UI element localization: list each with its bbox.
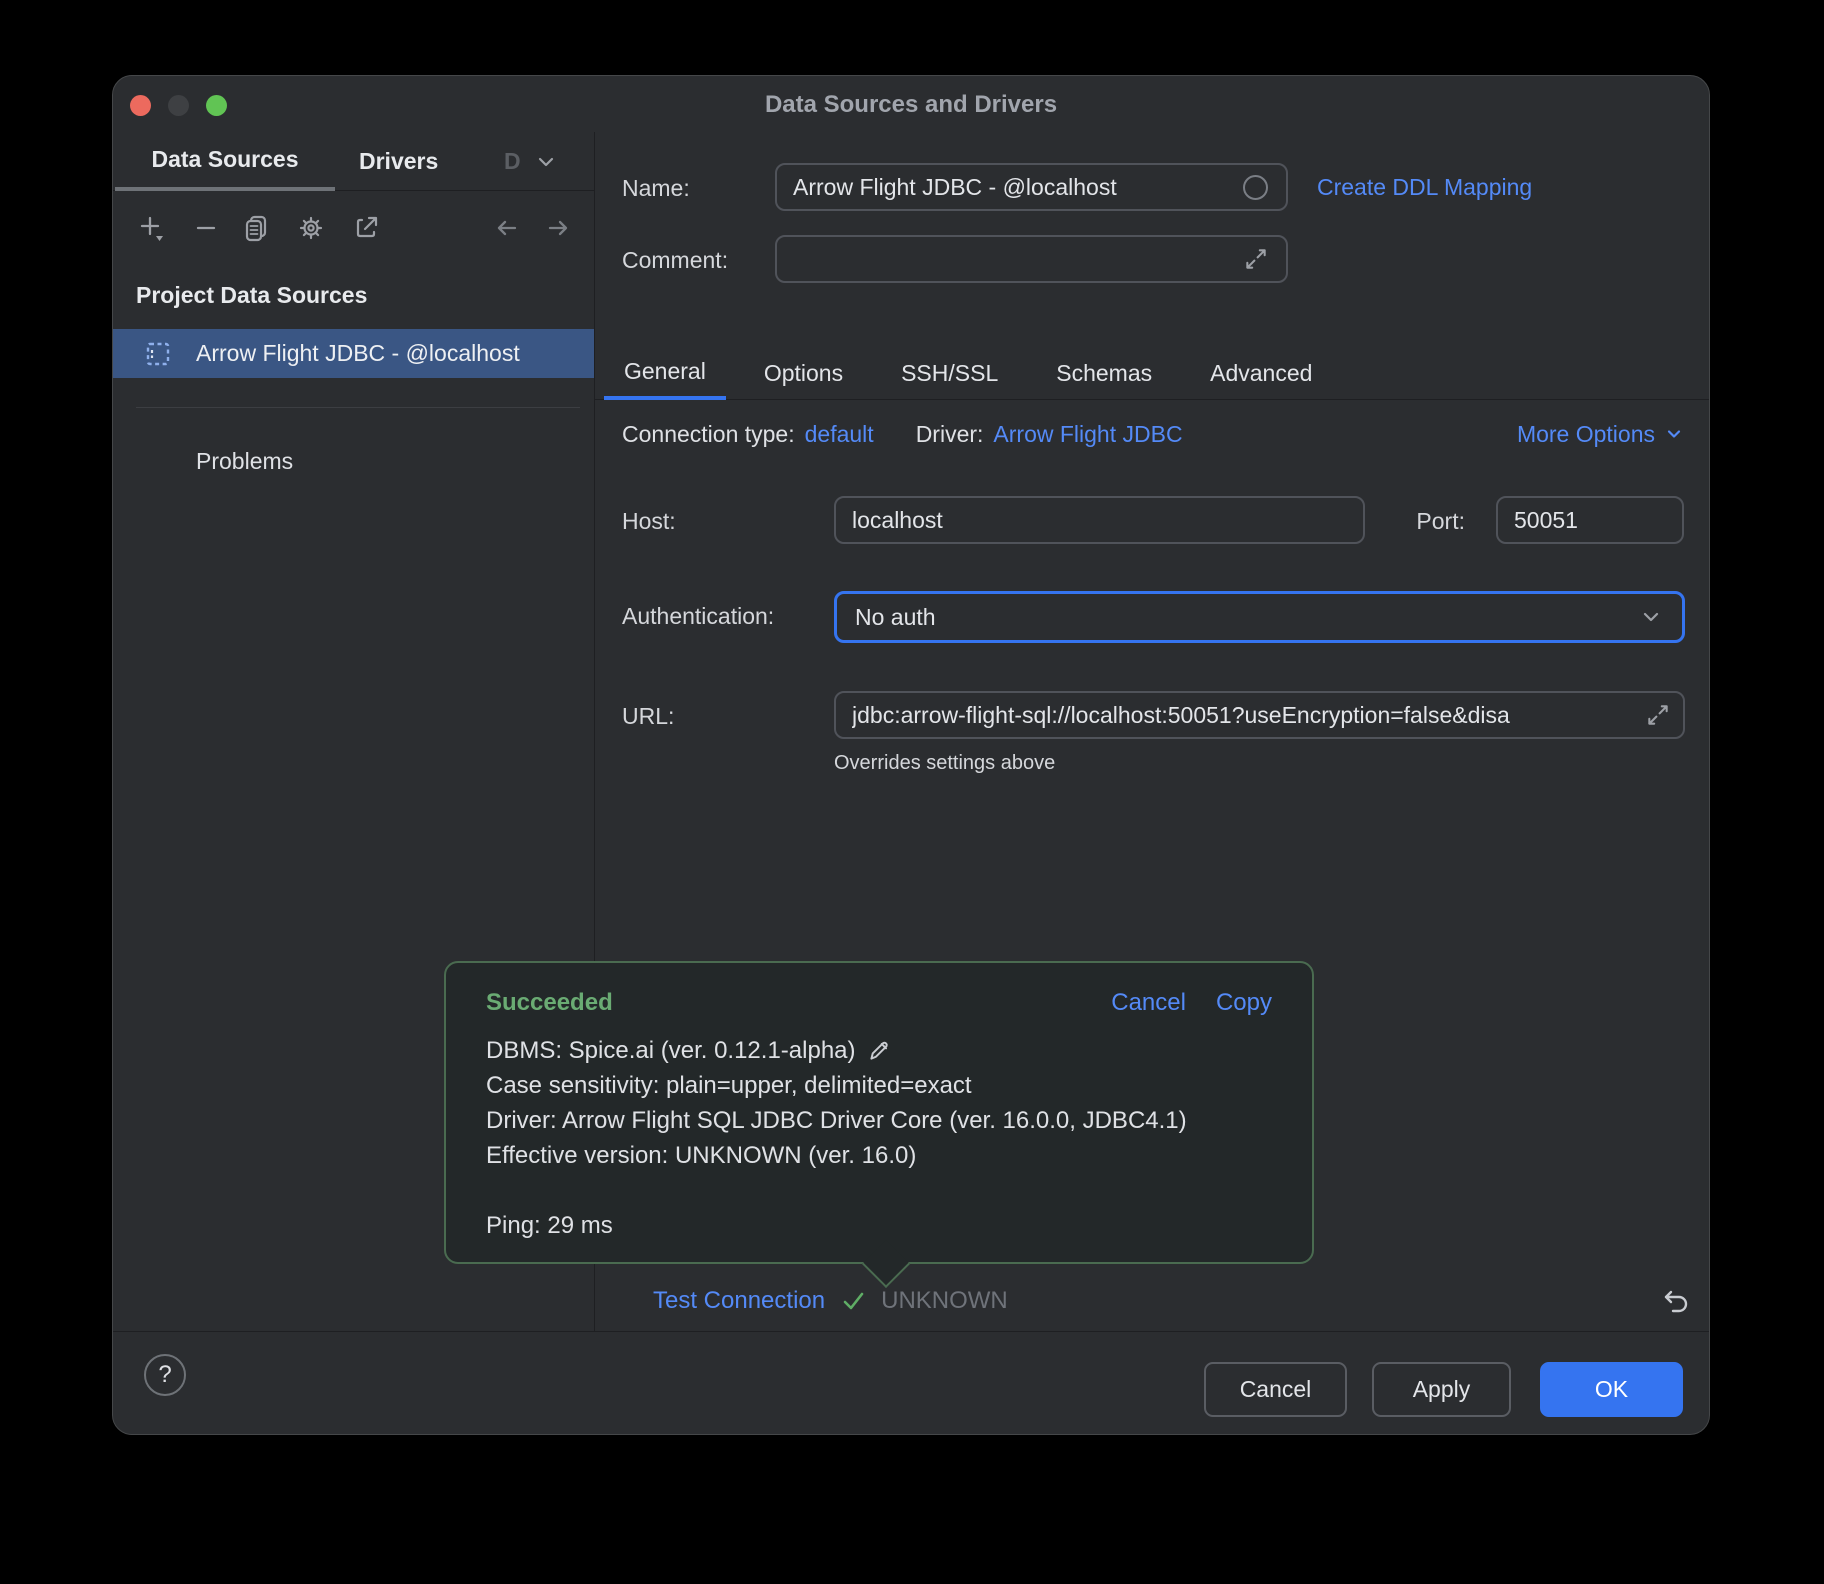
popup-cancel-link[interactable]: Cancel (1111, 989, 1186, 1017)
tab-drivers[interactable]: Drivers (359, 132, 438, 191)
back-arrow-icon[interactable] (491, 213, 521, 243)
revert-icon[interactable] (1657, 1282, 1693, 1318)
create-ddl-mapping-link[interactable]: Create DDL Mapping (1317, 174, 1532, 201)
apply-button[interactable]: Apply (1372, 1362, 1511, 1417)
bottom-bar: ? Cancel Apply OK (113, 1331, 1709, 1434)
data-sources-dialog: Data Sources and Drivers Data Sources Dr… (112, 75, 1710, 1435)
remove-data-source-icon[interactable] (191, 213, 221, 243)
driver-label: Driver: (916, 421, 984, 448)
edit-pencil-icon[interactable] (866, 1038, 892, 1064)
name-input[interactable] (775, 163, 1288, 211)
popup-line-ping: Ping: 29 ms (486, 1208, 1272, 1243)
tab-data-sources[interactable]: Data Sources (115, 132, 335, 191)
project-data-sources-header: Project Data Sources (136, 282, 367, 309)
popup-header: Succeeded Cancel Copy (486, 985, 1272, 1021)
gear-icon[interactable] (296, 213, 326, 243)
success-check-icon (839, 1287, 867, 1315)
sidebar-tab-strip: Data Sources Drivers D (113, 132, 594, 191)
connection-type-row: Connection type: default Driver: Arrow F… (622, 418, 1183, 450)
data-source-item-selected[interactable]: Arrow Flight JDBC - @localhost (113, 329, 594, 378)
name-label: Name: (622, 175, 690, 202)
popup-line-driver: Driver: Arrow Flight SQL JDBC Driver Cor… (486, 1103, 1272, 1138)
chevron-down-icon[interactable] (533, 149, 559, 175)
comment-label: Comment: (622, 247, 728, 274)
comment-input[interactable] (775, 235, 1288, 283)
ok-button[interactable]: OK (1540, 1362, 1683, 1417)
connection-type-label: Connection type: (622, 421, 795, 448)
open-in-new-window-icon[interactable] (351, 213, 381, 243)
driver-value[interactable]: Arrow Flight JDBC (993, 421, 1182, 448)
problems-label: Problems (196, 448, 293, 475)
test-connection-popup: Succeeded Cancel Copy DBMS: Spice.ai (ve… (444, 961, 1314, 1264)
window-title: Data Sources and Drivers (113, 76, 1709, 132)
connection-type-value[interactable]: default (805, 421, 874, 448)
authentication-value: No auth (855, 604, 936, 631)
add-data-source-icon[interactable] (136, 213, 166, 243)
popup-line-dbms: DBMS: Spice.ai (ver. 0.12.1-alpha) (486, 1033, 1272, 1068)
chevron-down-icon (1638, 604, 1664, 630)
tab-ddl-truncated[interactable]: D (504, 132, 559, 191)
url-label: URL: (622, 703, 674, 730)
sidebar-toolbar (113, 213, 594, 245)
url-input[interactable] (834, 691, 1685, 739)
titlebar: Data Sources and Drivers (113, 76, 1709, 132)
cancel-button[interactable]: Cancel (1204, 1362, 1347, 1417)
test-connection-row: Test Connection UNKNOWN (653, 1276, 1008, 1326)
tab-advanced[interactable]: Advanced (1190, 347, 1332, 400)
tab-options[interactable]: Options (744, 347, 863, 400)
popup-line-case: Case sensitivity: plain=upper, delimited… (486, 1068, 1272, 1103)
sidebar-divider (136, 407, 580, 408)
tab-schemas[interactable]: Schemas (1036, 347, 1172, 400)
test-connection-link[interactable]: Test Connection (653, 1287, 825, 1315)
sidebar-item-problems[interactable]: Problems (113, 437, 594, 485)
loading-ring-icon (1243, 175, 1268, 200)
more-options-link[interactable]: More Options (1517, 418, 1685, 450)
url-hint: Overrides settings above (834, 752, 1055, 775)
popup-line-version: Effective version: UNKNOWN (ver. 16.0) (486, 1138, 1272, 1173)
host-label: Host: (622, 508, 676, 535)
duplicate-icon[interactable] (241, 213, 271, 243)
popup-details: DBMS: Spice.ai (ver. 0.12.1-alpha) Case … (486, 1033, 1272, 1243)
expand-comment-icon[interactable] (1243, 246, 1269, 272)
tab-general[interactable]: General (604, 347, 726, 400)
data-source-icon (144, 340, 172, 368)
forward-arrow-icon[interactable] (544, 213, 574, 243)
popup-copy-link[interactable]: Copy (1216, 989, 1272, 1017)
host-input[interactable] (834, 496, 1365, 544)
expand-url-icon[interactable] (1645, 702, 1671, 728)
popup-status: Succeeded (486, 989, 613, 1017)
port-input[interactable] (1496, 496, 1684, 544)
settings-tab-strip: General Options SSH/SSL Schemas Advanced (595, 347, 1710, 400)
chevron-down-icon (1663, 423, 1685, 445)
help-button[interactable]: ? (144, 1354, 186, 1396)
connection-status-text: UNKNOWN (881, 1287, 1008, 1315)
tab-ssh-ssl[interactable]: SSH/SSL (881, 347, 1018, 400)
data-source-item-label: Arrow Flight JDBC - @localhost (196, 340, 520, 367)
authentication-select[interactable]: No auth (834, 591, 1685, 643)
port-label: Port: (1355, 508, 1465, 535)
authentication-label: Authentication: (622, 603, 774, 630)
